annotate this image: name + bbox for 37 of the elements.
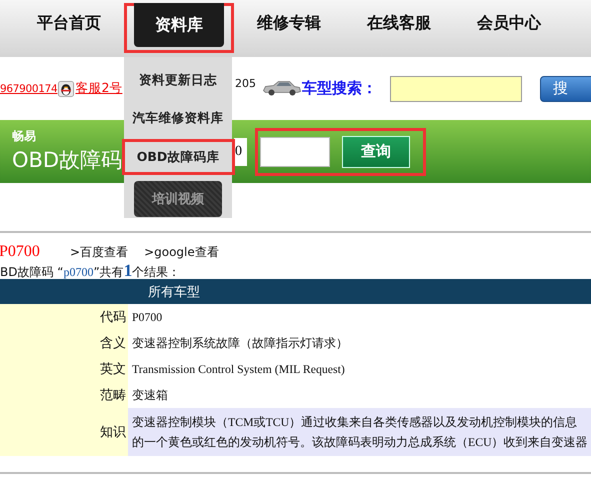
row-label: 含义: [99, 335, 127, 353]
nav-item[interactable]: 在线客服: [354, 0, 444, 47]
nav-item[interactable]: 平台首页: [24, 0, 114, 47]
phone-number: 205: [235, 77, 256, 90]
row-label: 知识: [99, 424, 127, 442]
code-input-field[interactable]: [260, 136, 330, 166]
query-button[interactable]: 查询: [342, 136, 410, 168]
service-link[interactable]: 客服2号: [75, 80, 122, 97]
row-label: 范畴: [99, 387, 127, 405]
menu-item[interactable]: 资料更新日志: [124, 61, 232, 99]
search-link[interactable]: >google查看: [144, 244, 219, 261]
nav-item[interactable]: 资料库: [134, 3, 224, 47]
cell-text: P0700: [132, 309, 162, 326]
search-link[interactable]: >百度查看: [70, 244, 128, 261]
cell-text: 的一个黄色或红色的发动机符号。该故障码表明动力总成系统（ECU）收到来自变速器: [132, 434, 588, 451]
nav-item[interactable]: 会员中心: [464, 0, 554, 47]
brand-name: 畅易: [12, 128, 36, 145]
search-label: 车型搜索：: [302, 79, 377, 98]
car-icon: [263, 81, 301, 96]
row-label: 英文: [99, 361, 127, 379]
row-label: 代码: [99, 309, 127, 327]
cell-text: 变速器控制系统故障（故障指示灯请求）: [132, 335, 348, 352]
cell-text: 变速箱: [132, 387, 168, 404]
banner-title: OBD故障码: [12, 147, 122, 174]
result-summary: BD故障码 “p0700”共有1个结果：: [0, 261, 182, 279]
cell-text: 变速器控制模块（TCM或TCU）通过收集来自各类传感器以及发动机控制模块的信息: [132, 414, 578, 431]
search-button[interactable]: 搜: [540, 76, 591, 102]
model-search-field[interactable]: [390, 76, 522, 102]
column-header: 所有车型: [148, 284, 200, 300]
menu-item[interactable]: 培训视频: [134, 181, 222, 217]
qq-link[interactable]: 967900174: [0, 82, 58, 94]
code-field[interactable]: 0: [234, 138, 247, 166]
cell-text: Transmission Control System (MIL Request): [132, 361, 345, 378]
menu-item[interactable]: 汽车维修资料库: [124, 99, 232, 137]
menu-item[interactable]: OBD故障码库: [124, 143, 232, 171]
penguin-icon: [58, 80, 74, 96]
nav-item[interactable]: 维修专辑: [244, 0, 334, 47]
